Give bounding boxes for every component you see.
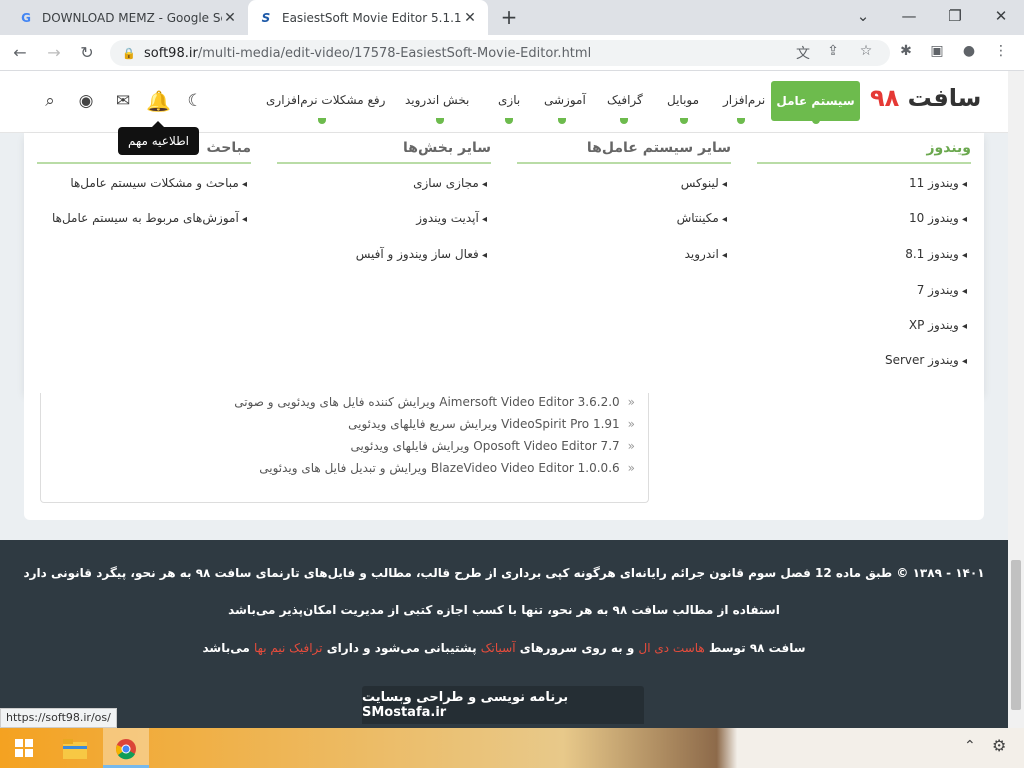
menu-icon[interactable]: ⋮ [990,43,1012,63]
minimize-button[interactable]: — [894,4,924,28]
menu-item[interactable]: لینوکس [517,176,727,190]
nav-item-troubleshooting[interactable]: رفع مشکلات نرم‌افزاری [266,93,385,107]
menu-column-heading[interactable]: ویندوز [757,140,971,164]
search-icon[interactable]: ⌕ [39,90,61,112]
bookmark-star-icon[interactable]: ☆ [855,43,877,63]
menu-item[interactable]: ویندوز XP [757,318,967,332]
double-arrow-icon: « [627,439,635,453]
profile-icon[interactable]: ● [958,43,980,63]
double-arrow-icon: « [627,461,635,475]
related-post-title: VideoSpirit Pro 1.91 ویرایش سریع فایلهای… [348,417,620,431]
tab-search-icon[interactable]: ⌄ [848,4,878,28]
back-icon[interactable]: ← [8,42,32,64]
footer-link-asiatech[interactable]: آسیاتک [481,641,516,655]
close-icon[interactable]: ✕ [462,10,478,26]
menu-item[interactable]: ویندوز 7 [757,283,967,297]
chrome-logo-icon [116,739,136,760]
share-icon[interactable]: ⇪ [822,43,844,63]
footer-credit[interactable]: برنامه نویسی و طراحی وبسایت SMostafa.ir [362,686,644,724]
nav-item-games[interactable]: بازی [498,93,520,107]
restore-button[interactable]: ❐ [940,4,970,28]
address-bar[interactable]: 🔒 soft98.ir/multi-media/edit-video/17578… [110,40,890,66]
taskbar [0,728,1024,768]
menu-item[interactable]: ویندوز 11 [757,176,967,190]
url-path: /multi-media/edit-video/17578-EasiestSof… [197,45,592,61]
close-window-button[interactable]: ✕ [986,4,1016,28]
menu-item[interactable]: ویندوز 8.1 [757,247,967,261]
nav-item-mobile[interactable]: موبایل [667,93,699,107]
tab-title: EasiestSoft Movie Editor 5.1.1 + S [282,10,462,25]
windows-logo-icon [15,739,33,757]
footer-usage-notice: استفاده از مطالب سافت ۹۸ به هر نحو، تنها… [228,603,780,617]
related-post-link[interactable]: « Oposoft Video Editor 7.7 ویرایش فایلهای… [200,439,635,453]
url-domain: soft98.ir [144,45,198,61]
menu-item[interactable]: آموزش‌های مربوط به سیستم عامل‌ها [37,211,247,225]
nav-item-education[interactable]: آموزشی [544,93,586,107]
double-arrow-icon: « [627,417,635,431]
nav-item-os[interactable]: سیستم عامل [771,81,860,121]
translate-icon[interactable]: 文 [792,43,814,63]
reload-icon[interactable]: ↻ [75,42,99,64]
footer-text: می‌باشد [202,641,250,655]
nav-item-software[interactable]: نرم‌افزار [723,93,765,107]
nav-item-android[interactable]: بخش اندروید [405,93,469,107]
logo-text: سافت [907,84,982,112]
menu-item[interactable]: فعال ساز ویندوز و آفیس [277,247,487,261]
file-explorer-icon[interactable] [55,734,95,764]
footer-text: و به روی سرورهای [519,641,635,655]
tab-title: DOWNLOAD MEMZ - Google Sea [42,10,222,25]
tab-soft98[interactable]: S EasiestSoft Movie Editor 5.1.1 + S ✕ [248,0,488,35]
footer-link-traffic[interactable]: ترافیک نیم بها [254,641,323,655]
footer-copyright: ۱۴۰۱ - ۱۳۸۹ © طبق ماده 12 فصل سوم قانون … [23,566,985,580]
forward-icon[interactable]: → [42,42,66,64]
menu-item[interactable]: مباحث و مشکلات سیستم عامل‌ها [37,176,247,190]
footer-link-hostdl[interactable]: هاست دی ال [639,641,705,655]
lock-icon: 🔒 [122,46,136,60]
status-bar-url: https://soft98.ir/os/ [0,708,117,728]
notification-tooltip: اطلاعیه مهم [118,121,199,155]
nav-item-graphics[interactable]: گرافیک [607,93,643,107]
s-logo-icon: S [261,10,271,25]
extensions-icon[interactable]: ✱ [895,43,917,63]
menu-item[interactable]: ویندوز 10 [757,211,967,225]
scrollbar-thumb[interactable] [1011,560,1021,710]
notification-bell-icon[interactable]: 🔔 [146,90,171,112]
close-icon[interactable]: ✕ [222,10,238,26]
tray-chevron-icon[interactable]: ⌃ [964,738,976,754]
menu-item[interactable]: مکینتاش [517,211,727,225]
related-post-link[interactable]: « VideoSpirit Pro 1.91 ویرایش سریع فایلها… [200,417,635,431]
site-logo[interactable]: سافت ۹۸ [870,84,981,112]
user-icon[interactable]: ◉ [75,90,97,112]
menu-column-heading[interactable]: سایر بخش‌ها [277,140,491,164]
chrome-icon[interactable] [106,734,146,764]
sidepanel-icon[interactable]: ▣ [926,43,948,63]
related-post-link[interactable]: « BlazeVideo Video Editor 1.0.0.6 ویرایش … [200,461,635,475]
related-post-title: Oposoft Video Editor 7.7 ویرایش فایلهای … [350,439,620,453]
windows-start-button[interactable] [0,728,48,768]
new-tab-button[interactable]: + [498,6,520,28]
double-arrow-icon: « [627,395,635,409]
menu-item[interactable]: ویندوز Server [757,353,967,367]
footer-text: سافت ۹۸ توسط [708,641,806,655]
menu-item[interactable]: مجازی سازی [277,176,487,190]
related-post-title: Aimersoft Video Editor 3.6.2.0 ویرایش کن… [234,395,620,409]
related-post-link[interactable]: « Aimersoft Video Editor 3.6.2.0 ویرایش ک… [200,395,635,409]
moon-icon[interactable]: ☾ [184,90,206,112]
footer-hosting-line: سافت ۹۸ توسط هاست دی ال و به روی سرورهای… [0,641,1008,655]
folder-icon [63,739,87,759]
related-post-title: BlazeVideo Video Editor 1.0.0.6 ویرایش و… [259,461,620,475]
tab-google[interactable]: G DOWNLOAD MEMZ - Google Sea ✕ [8,0,248,35]
menu-item[interactable]: آپدیت ویندوز [277,211,487,225]
menu-column-heading[interactable]: سایر سیستم عامل‌ها [517,140,731,164]
menu-item[interactable]: اندروید [517,247,727,261]
settings-gear-icon[interactable]: ⚙ [992,736,1006,755]
footer-text: پشتیبانی می‌شود و دارای [326,641,477,655]
google-g-icon: G [21,10,31,25]
logo-number: ۹۸ [870,84,900,112]
mail-icon[interactable]: ✉ [112,90,134,112]
